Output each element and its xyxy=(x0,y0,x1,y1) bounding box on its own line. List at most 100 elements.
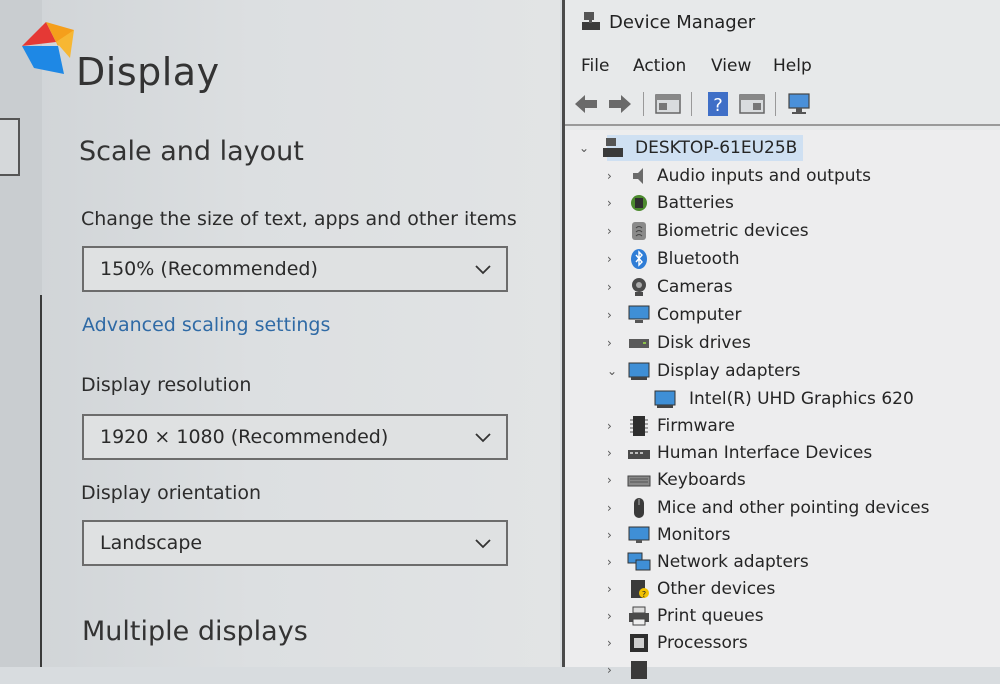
chevron-right-icon[interactable]: › xyxy=(607,224,619,238)
chevron-right-icon[interactable]: › xyxy=(607,336,619,350)
computer-icon xyxy=(628,305,650,323)
menu-help[interactable]: Help xyxy=(773,56,812,76)
tree-item-label: Print queues xyxy=(657,606,764,626)
tree-item-label: Display adapters xyxy=(657,361,801,381)
tree-root[interactable]: ⌄ DESKTOP-61EU25B xyxy=(579,135,839,162)
tree-item-intel-uhd-620[interactable]: Intel(R) UHD Graphics 620 xyxy=(653,387,973,413)
toolbar-separator xyxy=(643,92,644,116)
tree-item-batteries[interactable]: › Batteries xyxy=(607,191,967,217)
disk-icon xyxy=(629,339,649,348)
speaker-icon xyxy=(633,168,643,184)
tree-item-label: Computer xyxy=(657,305,742,325)
toolbar-separator xyxy=(691,92,692,116)
chevron-right-icon[interactable]: › xyxy=(607,169,619,183)
tree-item-label: Intel(R) UHD Graphics 620 xyxy=(689,389,914,409)
processor-icon xyxy=(630,634,648,652)
firmware-icon xyxy=(630,416,648,436)
orientation-dropdown[interactable]: Landscape xyxy=(82,520,508,566)
menu-view[interactable]: View xyxy=(711,56,751,76)
bluetooth-icon xyxy=(631,249,647,269)
tree-item-partial: › xyxy=(607,658,967,684)
scale-label: Change the size of text, apps and other … xyxy=(81,208,517,230)
fingerprint-icon xyxy=(632,222,646,240)
chevron-right-icon[interactable]: › xyxy=(607,555,619,569)
chevron-right-icon[interactable]: › xyxy=(607,446,619,460)
chevron-right-icon[interactable]: › xyxy=(607,636,619,650)
back-icon[interactable] xyxy=(571,90,601,118)
battery-icon xyxy=(631,195,647,211)
printer-icon xyxy=(629,606,649,626)
brand-logo-icon xyxy=(22,22,74,74)
toolbar-separator xyxy=(775,92,776,116)
expanded-chevron-icon[interactable]: ⌄ xyxy=(579,141,591,155)
tree-item-label: Human Interface Devices xyxy=(657,443,873,463)
orientation-value: Landscape xyxy=(100,532,203,554)
scan-hardware-icon[interactable] xyxy=(785,90,815,118)
tree-item-label: Keyboards xyxy=(657,470,746,490)
resolution-dropdown[interactable]: 1920 × 1080 (Recommended) xyxy=(82,414,508,460)
device-tree: ⌄ DESKTOP-61EU25B › Audio inputs and out… xyxy=(565,130,1000,679)
tree-item-firmware[interactable]: › Firmware xyxy=(607,414,967,440)
tree-item-label: Bluetooth xyxy=(657,249,740,269)
nav-divider xyxy=(40,295,42,667)
chevron-right-icon[interactable]: › xyxy=(607,280,619,294)
tree-item-audio[interactable]: › Audio inputs and outputs xyxy=(607,164,967,190)
svg-text:?: ? xyxy=(713,95,723,116)
tree-item-network[interactable]: › Network adapters xyxy=(607,550,967,576)
tree-item-label: Mice and other pointing devices xyxy=(657,498,930,518)
chevron-right-icon[interactable]: › xyxy=(607,419,619,433)
tree-item-label: Batteries xyxy=(657,193,734,213)
page-title: Display xyxy=(76,50,220,94)
chevron-right-icon[interactable]: › xyxy=(607,582,619,596)
orientation-label: Display orientation xyxy=(81,482,262,504)
settings-nav-strip xyxy=(0,0,42,667)
unknown-device-icon: ? xyxy=(631,580,649,599)
chevron-right-icon[interactable]: › xyxy=(607,308,619,322)
resolution-value: 1920 × 1080 (Recommended) xyxy=(100,426,389,448)
tree-item-biometric[interactable]: › Biometric devices xyxy=(607,219,967,245)
security-device-icon xyxy=(631,661,647,679)
chevron-right-icon[interactable]: › xyxy=(607,528,619,542)
tree-item-display-adapters[interactable]: ⌄ Display adapters xyxy=(607,359,967,385)
advanced-scaling-link[interactable]: Advanced scaling settings xyxy=(82,314,330,336)
tree-item-keyboards[interactable]: › Keyboards xyxy=(607,468,967,494)
title-bar[interactable]: Device Manager xyxy=(565,0,1000,46)
tree-item-monitors[interactable]: › Monitors xyxy=(607,523,967,549)
properties-icon[interactable] xyxy=(653,90,683,118)
display-adapter-icon xyxy=(628,362,650,380)
chevron-right-icon[interactable]: › xyxy=(607,609,619,623)
scale-dropdown[interactable]: 150% (Recommended) xyxy=(82,246,508,292)
tree-item-processors[interactable]: › Processors xyxy=(607,631,967,657)
menu-file[interactable]: File xyxy=(581,56,609,76)
chevron-down-icon xyxy=(475,265,491,275)
tree-item-label: Processors xyxy=(657,633,748,653)
tree-item-label: Monitors xyxy=(657,525,731,545)
tree-item-bluetooth[interactable]: › Bluetooth xyxy=(607,247,967,273)
tree-item-print-queues[interactable]: › Print queues xyxy=(607,604,967,630)
search-box-edge[interactable] xyxy=(0,118,20,176)
tree-item-hid[interactable]: › Human Interface Devices xyxy=(607,441,967,467)
scale-value: 150% (Recommended) xyxy=(100,258,318,280)
tree-item-disk-drives[interactable]: › Disk drives xyxy=(607,331,967,357)
tree-item-mice[interactable]: › Mice and other pointing devices xyxy=(607,496,987,522)
menu-action[interactable]: Action xyxy=(633,56,686,76)
toolbar: ? xyxy=(565,84,1000,126)
expanded-chevron-icon[interactable]: ⌄ xyxy=(607,364,619,378)
tree-item-other-devices[interactable]: › ? Other devices xyxy=(607,577,967,603)
tree-item-label: Network adapters xyxy=(657,552,809,572)
chevron-right-icon[interactable]: › xyxy=(607,501,619,515)
menu-bar: File Action View Help xyxy=(565,52,1000,82)
chevron-right-icon[interactable]: › xyxy=(607,196,619,210)
chevron-down-icon xyxy=(475,433,491,443)
chevron-right-icon[interactable]: › xyxy=(607,252,619,266)
forward-icon[interactable] xyxy=(605,90,635,118)
update-driver-icon[interactable] xyxy=(737,90,767,118)
tree-item-cameras[interactable]: › Cameras xyxy=(607,275,967,301)
chevron-right-icon[interactable]: › xyxy=(607,473,619,487)
chevron-right-icon[interactable]: › xyxy=(607,663,619,677)
help-icon[interactable]: ? xyxy=(703,90,733,118)
tree-item-label: Disk drives xyxy=(657,333,751,353)
tree-item-computer[interactable]: › Computer xyxy=(607,303,967,329)
tree-item-label: Other devices xyxy=(657,579,776,599)
monitor-icon xyxy=(628,526,650,543)
